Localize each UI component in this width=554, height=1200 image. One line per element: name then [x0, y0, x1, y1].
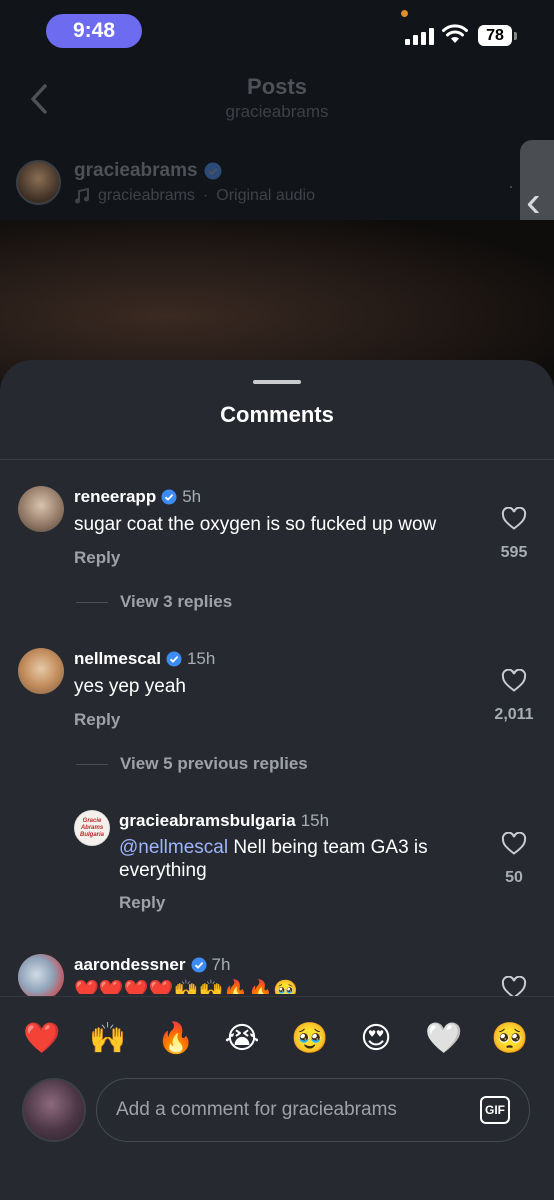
comment-composer: ❤️ 🙌 🔥 😭 🥹 😍 🤍 🥺 Add a comment for graci… [0, 996, 554, 1200]
like-heart-icon[interactable] [501, 832, 527, 856]
audio-separator: · [202, 187, 209, 204]
comment-text: ❤️❤️❤️❤️🙌🙌🔥🔥🥹 [74, 980, 299, 994]
thread-line [76, 763, 108, 765]
post-header: gracieabrams gracieabrams · Original aud… [0, 150, 554, 220]
post-media [0, 220, 554, 380]
comment-meta: aarondessner 7h [74, 955, 230, 975]
like-heart-icon[interactable] [501, 507, 527, 531]
reply-username[interactable]: gracieabramsbulgaria [119, 811, 296, 831]
cellular-signal-icon [405, 28, 434, 45]
sheet-divider [0, 459, 554, 460]
wifi-icon [442, 24, 468, 43]
reply-button[interactable]: Reply [119, 893, 165, 913]
comment-avatar[interactable] [18, 648, 64, 694]
like-heart-icon[interactable] [501, 669, 527, 693]
page-title: Posts [247, 74, 307, 99]
reaction-red-heart[interactable]: ❤️ [20, 1017, 64, 1061]
gif-button[interactable]: GIF [480, 1096, 510, 1124]
audio-label: Original audio [216, 187, 315, 204]
current-user-avatar [22, 1078, 86, 1142]
reaction-heart-eyes[interactable]: 😍 [354, 1017, 398, 1061]
mention-link[interactable]: @nellmescal [119, 837, 228, 858]
quick-reactions: ❤️ 🙌 🔥 😭 🥹 😍 🤍 🥺 [0, 1017, 554, 1061]
post-author-username: gracieabrams [74, 160, 198, 181]
comment-input[interactable]: Add a comment for gracieabrams [96, 1078, 530, 1142]
reaction-pleading[interactable]: 🥺 [488, 1017, 532, 1061]
comment-username[interactable]: reneerapp [74, 487, 156, 507]
post-author-avatar[interactable] [16, 160, 61, 205]
comment-meta: reneerapp 5h [74, 487, 201, 507]
comment-username[interactable]: aarondessner [74, 955, 186, 975]
post-audio-info[interactable]: gracieabrams · Original audio [74, 187, 315, 205]
view-replies-label: View 3 replies [120, 592, 233, 611]
view-replies-label: View 5 previous replies [120, 754, 308, 773]
audio-user: gracieabrams [98, 187, 195, 204]
reply-time: 15h [300, 811, 330, 830]
verified-badge-icon [191, 957, 206, 973]
view-previous-replies-button[interactable]: View 5 previous replies [76, 754, 308, 774]
reply-meta: gracieabramsbulgaria 15h [119, 811, 329, 831]
comment-meta: nellmescal 15h [74, 649, 215, 669]
like-count: 2,011 [494, 706, 534, 723]
reaction-crying[interactable]: 😭 [220, 1017, 264, 1061]
comments-sheet: Comments reneerapp 5h sugar coat the oxy… [0, 360, 554, 1200]
reaction-raised-hands[interactable]: 🙌 [86, 1017, 130, 1061]
music-note-icon [75, 188, 89, 204]
comment-time: 15h [186, 649, 216, 668]
reaction-fire[interactable]: 🔥 [154, 1017, 198, 1061]
reply-avatar-logo: Gracie Abrams Bulgaria [79, 817, 104, 838]
verified-badge-icon [204, 162, 222, 180]
comment-avatar[interactable] [18, 486, 64, 532]
reply-avatar[interactable]: Gracie Abrams Bulgaria [74, 810, 110, 846]
reply-button[interactable]: Reply [74, 548, 120, 568]
sheet-grabber[interactable] [253, 380, 301, 384]
like-count: 595 [500, 544, 528, 561]
comment-text: sugar coat the oxygen is so fucked up wo… [74, 514, 437, 535]
reply-button[interactable]: Reply [74, 710, 120, 730]
top-navigation: Posts gracieabrams ‹ [0, 60, 554, 274]
battery-tip [514, 32, 517, 40]
comment-time: 7h [211, 955, 231, 974]
page-subtitle: gracieabrams [225, 102, 329, 121]
battery-icon: 78 [478, 25, 512, 46]
verified-badge-icon [166, 651, 182, 667]
status-bar: 9:48 78 [0, 0, 554, 60]
reply-text: @nellmescal Nell being team GA3 is every… [119, 836, 479, 882]
sheet-title: Comments [220, 402, 334, 427]
thread-line [76, 601, 108, 603]
verified-badge-icon [161, 489, 177, 505]
comment-avatar[interactable] [18, 954, 64, 1000]
view-replies-button[interactable]: View 3 replies [76, 592, 232, 612]
comment-text: yes yep yeah [74, 676, 186, 697]
like-count: 50 [505, 869, 523, 886]
reaction-white-heart[interactable]: 🤍 [422, 1017, 466, 1061]
comment-time: 5h [182, 487, 202, 506]
status-time: 9:48 [46, 14, 142, 48]
privacy-indicator-dot [401, 10, 408, 17]
comment-username[interactable]: nellmescal [74, 649, 161, 669]
reaction-holding-tears[interactable]: 🥹 [288, 1017, 332, 1061]
more-options-icon[interactable]: · [508, 176, 514, 197]
post-author[interactable]: gracieabrams [74, 160, 222, 182]
